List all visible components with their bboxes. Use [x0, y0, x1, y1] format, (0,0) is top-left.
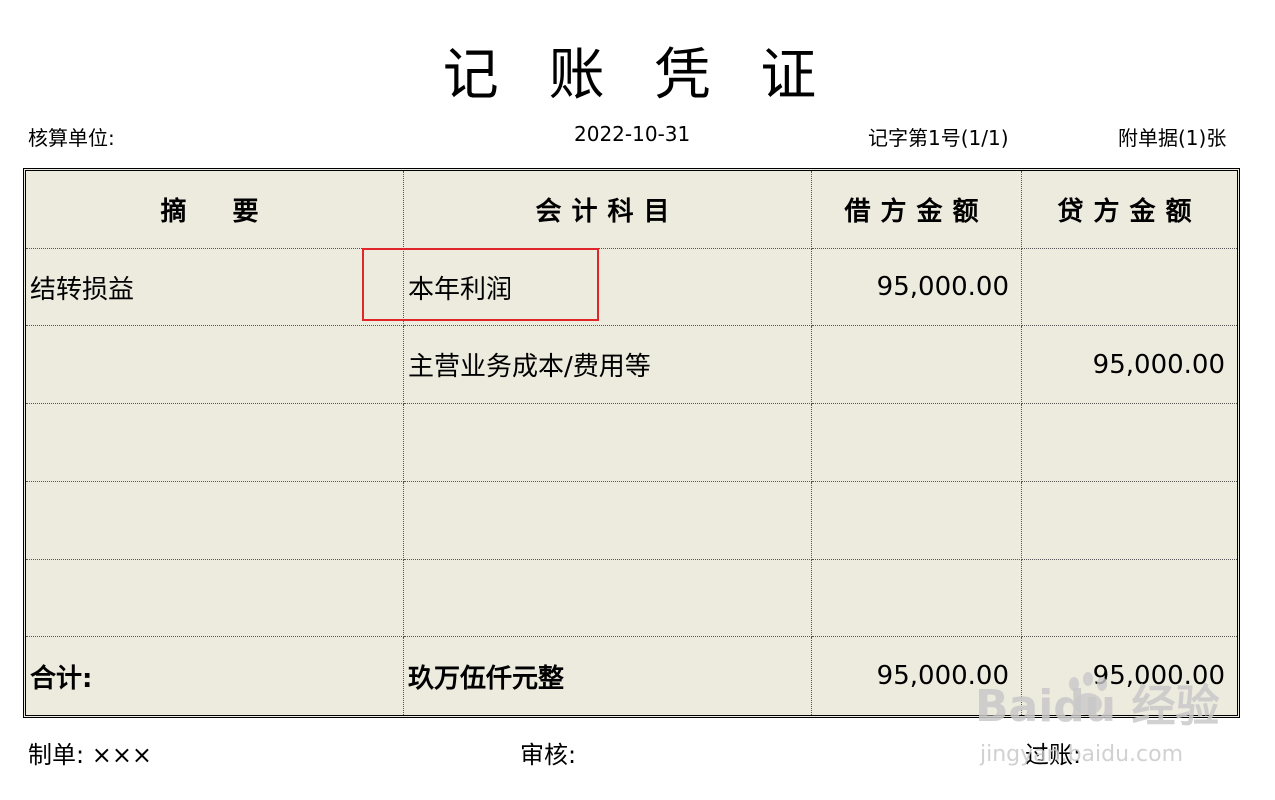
- voucher-date: 2022-10-31: [574, 122, 691, 146]
- row-1-summary: 结转损益: [26, 248, 404, 327]
- row-2-debit: [812, 326, 1022, 405]
- row-4-credit: [1022, 482, 1237, 560]
- row-1-debit: 95,000.00: [812, 248, 1022, 327]
- row-3-account: [404, 404, 812, 482]
- row-5-credit: [1022, 560, 1237, 638]
- highlight-box: [362, 248, 599, 321]
- row-4-summary: [26, 481, 404, 560]
- row-2-summary: [26, 326, 404, 405]
- prepared-by: 制单: ×××: [28, 741, 153, 769]
- total-amount-in-words: 玖万伍仟元整: [404, 637, 812, 715]
- row-2-account: 主营业务成本/费用等: [404, 326, 812, 405]
- row-3-credit: [1022, 404, 1237, 482]
- voucher-table: 摘 要 会计科目 借方金额 贷方金额 结转损益 本年利润 95,000.00 主…: [23, 168, 1240, 718]
- baidu-watermark-url: jingyan.baidu.com: [980, 742, 1184, 767]
- row-3-debit: [812, 404, 1022, 482]
- total-label: 合计:: [26, 637, 404, 715]
- row-5-account: [404, 559, 812, 638]
- paw-icon: [1069, 672, 1107, 715]
- row-2-credit: 95,000.00: [1022, 326, 1237, 405]
- accounting-unit-label: 核算单位:: [28, 126, 115, 150]
- row-5-debit: [812, 559, 1022, 638]
- row-1-credit: [1022, 249, 1237, 327]
- voucher-number: 记字第1号(1/1): [868, 126, 1009, 150]
- row-5-summary: [26, 559, 404, 638]
- row-4-debit: [812, 481, 1022, 560]
- header-summary: 摘 要: [26, 171, 404, 249]
- reviewed-by: 审核:: [520, 741, 577, 769]
- row-4-account: [404, 481, 812, 560]
- row-3-summary: [26, 404, 404, 482]
- voucher-title: 记 账 凭 证: [442, 43, 833, 108]
- header-credit: 贷方金额: [1022, 171, 1237, 249]
- header-debit: 借方金额: [812, 171, 1022, 249]
- header-account: 会计科目: [404, 171, 812, 249]
- attachment-count: 附单据(1)张: [1118, 126, 1227, 150]
